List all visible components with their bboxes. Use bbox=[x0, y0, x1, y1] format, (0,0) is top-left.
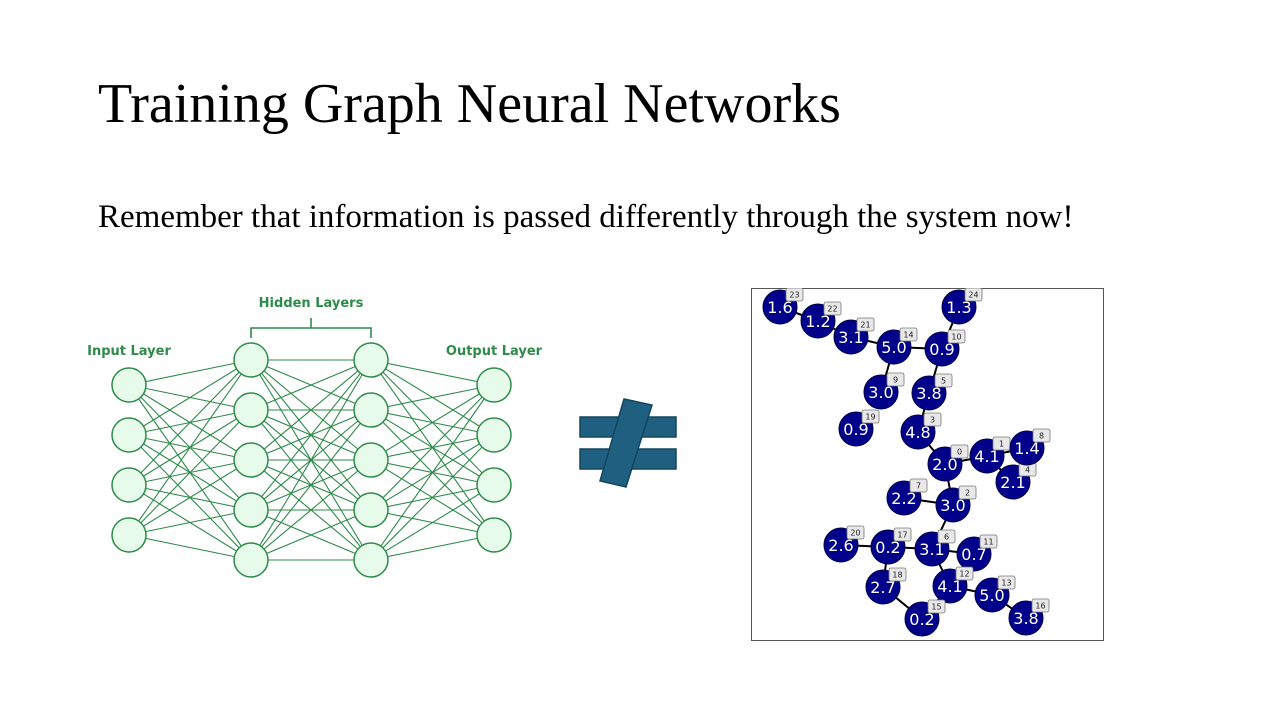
nn-edge bbox=[370, 384, 495, 561]
nn-neuron bbox=[476, 367, 512, 403]
nn-edge bbox=[370, 484, 495, 561]
nn-edge bbox=[128, 359, 252, 486]
nn-edge bbox=[128, 359, 252, 536]
nn-edge bbox=[128, 509, 252, 536]
nn-neuron bbox=[476, 517, 512, 553]
nn-edge bbox=[128, 409, 252, 536]
nn-neuron bbox=[111, 417, 147, 453]
nn-neuron bbox=[353, 392, 389, 428]
nn-neuron bbox=[476, 417, 512, 453]
graph-node-index: 4 bbox=[1025, 466, 1030, 475]
graph-node-index: 18 bbox=[892, 571, 902, 580]
nn-edge bbox=[370, 384, 495, 511]
nn-neuron bbox=[233, 442, 269, 478]
nn-neuron bbox=[233, 392, 269, 428]
nn-neuron bbox=[233, 492, 269, 528]
nn-edge bbox=[128, 359, 252, 386]
graph-node-index: 0 bbox=[957, 448, 962, 457]
graph-node-index: 22 bbox=[827, 305, 837, 314]
graph-node-index: 5 bbox=[941, 377, 946, 386]
nn-edge bbox=[370, 534, 495, 561]
nn-neuron bbox=[353, 492, 389, 528]
slide-title: Training Graph Neural Networks bbox=[98, 73, 841, 135]
nn-neuron bbox=[233, 542, 269, 578]
nn-edge bbox=[128, 534, 252, 561]
nn-neuron bbox=[353, 542, 389, 578]
nn-edge bbox=[128, 359, 252, 436]
hidden-layers-label: Hidden Layers bbox=[259, 296, 364, 311]
graph-node-index: 8 bbox=[1039, 432, 1044, 441]
hidden-layers-bracket bbox=[250, 318, 372, 338]
graph-node-index: 15 bbox=[931, 603, 941, 612]
neural-network-diagram: Hidden Layers Input Layer Output Layer bbox=[87, 296, 543, 578]
graph-node-index: 7 bbox=[916, 482, 921, 491]
nn-edge bbox=[370, 434, 495, 561]
nn-neuron bbox=[111, 517, 147, 553]
nn-edge bbox=[370, 384, 495, 411]
graph-node-index: 21 bbox=[860, 321, 870, 330]
graph-node-index: 1 bbox=[999, 440, 1004, 449]
nn-neuron bbox=[476, 467, 512, 503]
graph-node-index: 19 bbox=[865, 413, 875, 422]
output-layer-label: Output Layer bbox=[446, 344, 543, 359]
neq-slash bbox=[599, 398, 653, 488]
graph-node-index: 3 bbox=[930, 416, 935, 425]
nn-edges bbox=[128, 359, 495, 561]
graph-node-index: 11 bbox=[983, 538, 993, 547]
graph-node-index: 12 bbox=[959, 570, 969, 579]
graph-node-index: 13 bbox=[1001, 579, 1011, 588]
graph-node-index: 2 bbox=[965, 489, 970, 498]
graph-node-index: 16 bbox=[1035, 602, 1045, 611]
graph-node-index: 17 bbox=[897, 531, 907, 540]
graph-node-index: 20 bbox=[850, 529, 860, 538]
nn-neuron bbox=[233, 342, 269, 378]
input-layer-label: Input Layer bbox=[87, 344, 171, 359]
graph-node-index: 6 bbox=[944, 533, 949, 542]
not-equal-icon bbox=[579, 398, 677, 488]
graph-node-index: 14 bbox=[903, 331, 913, 340]
nn-edge bbox=[370, 359, 495, 386]
nn-neuron bbox=[353, 442, 389, 478]
nn-edge bbox=[128, 459, 252, 536]
graph-diagram: 2.00 4.113.024.832.143.853.162.271.483.09… bbox=[751, 288, 1104, 641]
slide-body-text: Remember that information is passed diff… bbox=[98, 199, 1074, 235]
graph-node-index: 24 bbox=[968, 291, 978, 300]
graph-node-index: 9 bbox=[893, 376, 898, 385]
nn-neuron bbox=[353, 342, 389, 378]
nn-neuron bbox=[111, 467, 147, 503]
graph-node-index: 23 bbox=[789, 291, 799, 300]
graph-node-index: 10 bbox=[951, 333, 961, 342]
nn-edge bbox=[370, 384, 495, 461]
nn-neuron bbox=[111, 367, 147, 403]
